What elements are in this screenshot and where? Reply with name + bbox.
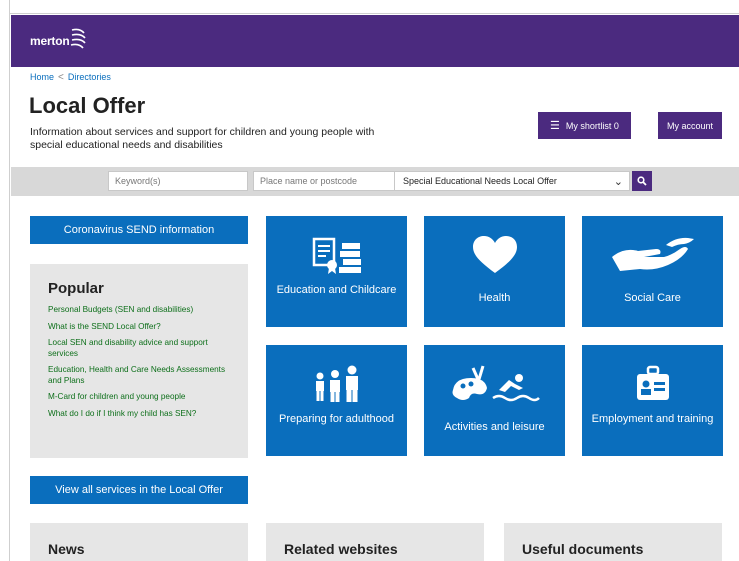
useful-documents-panel: Useful documents — [504, 523, 722, 561]
helping-hand-icon — [611, 237, 694, 271]
heart-icon — [472, 236, 517, 273]
tile-preparing-for-adulthood[interactable]: Preparing for adulthood — [266, 345, 407, 456]
logo-text: merton — [30, 34, 70, 48]
search-button[interactable] — [632, 171, 652, 191]
popular-link[interactable]: What is the SEND Local Offer? — [48, 322, 230, 333]
shortlist-label: My shortlist 0 — [565, 120, 619, 131]
search-icon — [637, 176, 647, 186]
breadcrumb-directories[interactable]: Directories — [68, 72, 111, 82]
merton-logo[interactable]: merton — [30, 26, 100, 56]
keyword-input[interactable] — [108, 171, 248, 191]
breadcrumb-separator: < — [58, 72, 64, 83]
popular-link[interactable]: What do I do if I think my child has SEN… — [48, 409, 230, 420]
browser-frame-top — [0, 0, 739, 14]
directory-select[interactable]: Special Educational Needs Local Offer ⌄ — [394, 171, 630, 191]
popular-title: Popular — [48, 280, 104, 297]
tile-health[interactable]: Health — [424, 216, 565, 327]
news-title: News — [48, 541, 85, 557]
related-websites-panel: Related websites — [266, 523, 484, 561]
site-header: merton — [11, 15, 739, 67]
popular-link[interactable]: Local SEN and disability advice and supp… — [48, 338, 230, 359]
chevron-down-icon: ⌄ — [613, 176, 623, 188]
my-shortlist-button[interactable]: ☰ My shortlist 0 — [538, 112, 631, 139]
education-icon — [312, 237, 361, 274]
popular-link[interactable]: Personal Budgets (SEN and disabilities) — [48, 305, 230, 316]
tile-social-care[interactable]: Social Care — [582, 216, 723, 327]
page-title: Local Offer — [29, 93, 146, 118]
view-all-services-button[interactable]: View all services in the Local Offer — [30, 476, 248, 504]
tile-education-and-childcare[interactable]: Education and Childcare — [266, 216, 407, 327]
tile-label: Activities and leisure — [444, 421, 545, 433]
activities-icon — [452, 365, 540, 402]
tile-activities-and-leisure[interactable]: Activities and leisure — [424, 345, 565, 456]
tile-label: Preparing for adulthood — [279, 413, 394, 425]
popular-link[interactable]: M-Card for children and young people — [48, 392, 230, 403]
breadcrumb: Home < Directories — [30, 72, 111, 83]
breadcrumb-home[interactable]: Home — [30, 72, 54, 82]
useful-documents-title: Useful documents — [522, 541, 644, 557]
menu-icon: ☰ — [550, 120, 560, 132]
tile-employment-and-training[interactable]: Employment and training — [582, 345, 723, 456]
popular-link[interactable]: Education, Health and Care Needs Assessm… — [48, 365, 230, 386]
search-bar: Special Educational Needs Local Offer ⌄ — [11, 167, 739, 196]
popular-panel: Popular Personal Budgets (SEN and disabi… — [30, 264, 248, 458]
directory-selected-value: Special Educational Needs Local Offer — [403, 176, 557, 186]
family-icon — [315, 365, 358, 402]
news-panel: News — [30, 523, 248, 561]
id-badge-icon — [636, 365, 669, 400]
coronavirus-send-button[interactable]: Coronavirus SEND information — [30, 216, 248, 244]
logo-wave-icon — [71, 28, 87, 49]
place-input[interactable] — [253, 171, 398, 191]
tile-label: Employment and training — [591, 413, 714, 425]
related-websites-title: Related websites — [284, 541, 398, 557]
tile-label: Education and Childcare — [276, 284, 397, 296]
page-intro: Information about services and support f… — [30, 126, 375, 151]
tile-label: Social Care — [624, 292, 681, 304]
my-account-button[interactable]: My account — [658, 112, 722, 139]
browser-frame-left — [0, 0, 10, 561]
account-label: My account — [666, 120, 714, 131]
tile-label: Health — [478, 292, 511, 304]
